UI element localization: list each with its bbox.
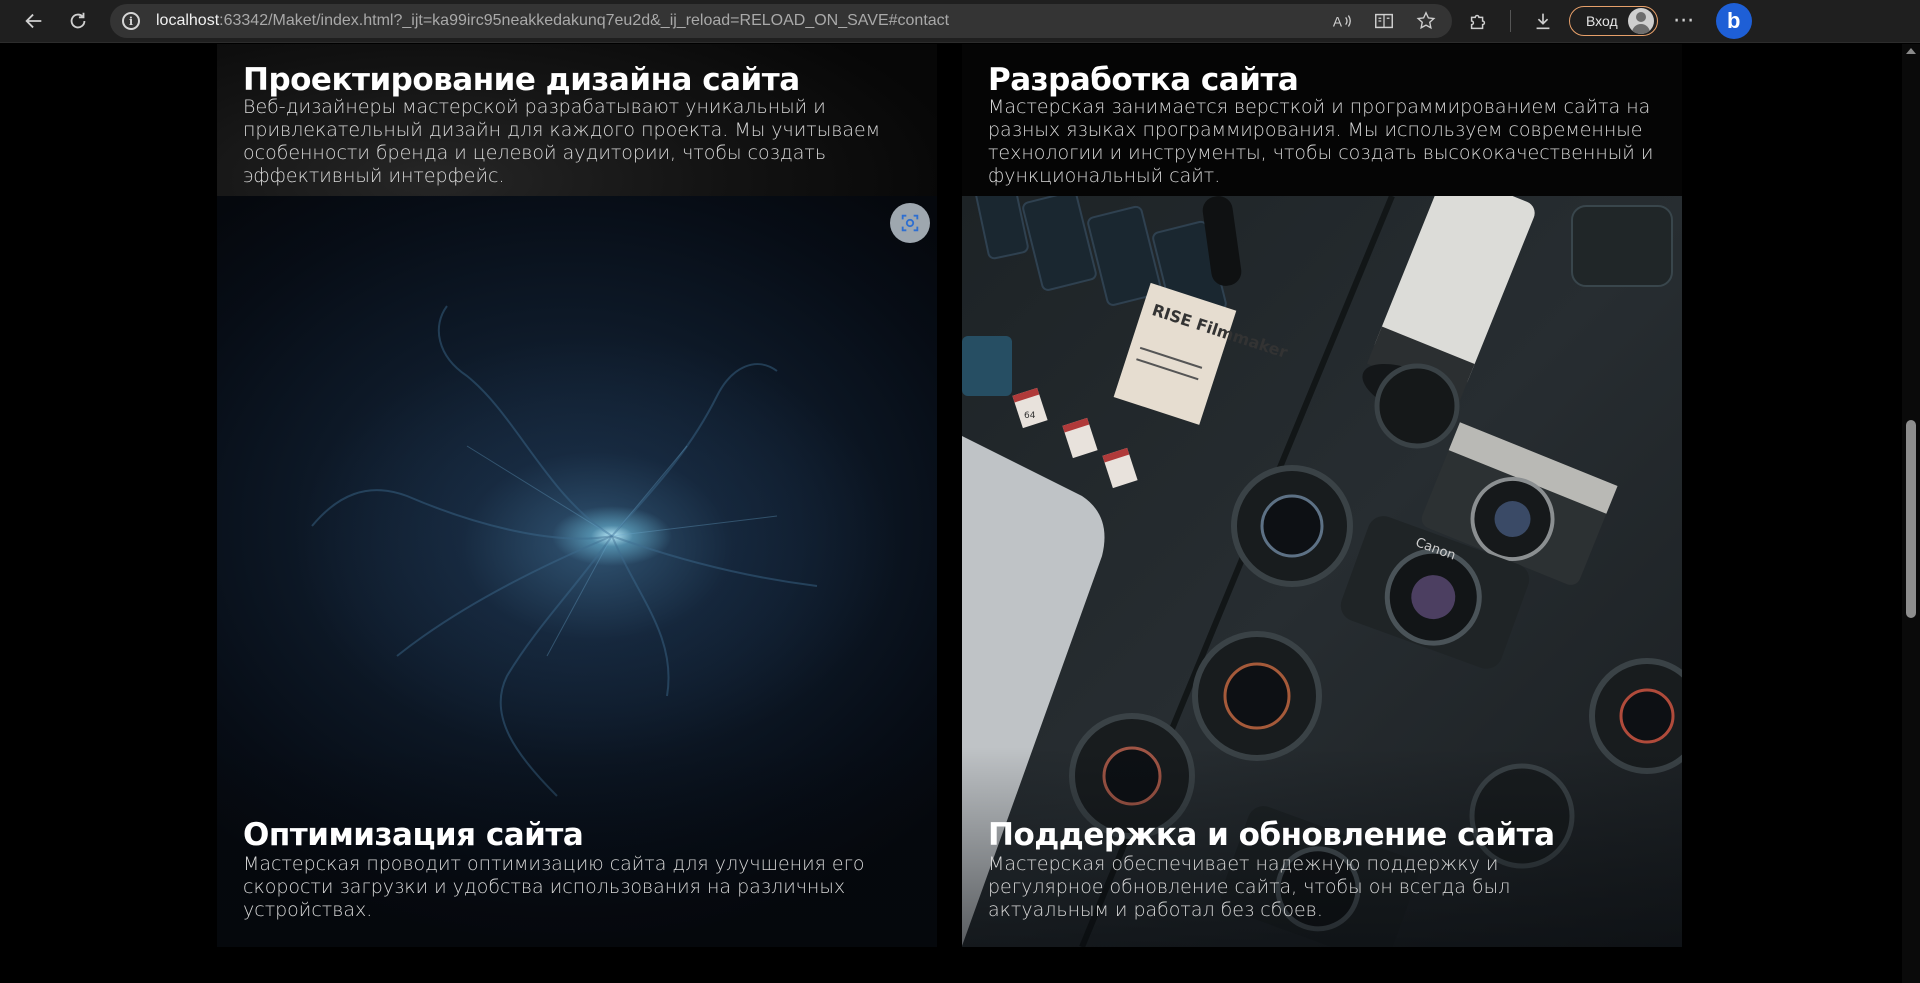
card-title: Поддержка и обновление сайта	[988, 817, 1555, 853]
url-host: localhost	[156, 12, 220, 29]
toolbar-separator	[1510, 10, 1511, 32]
more-menu-icon[interactable]: ···	[1666, 3, 1702, 39]
bing-copilot-icon[interactable]: b	[1715, 3, 1752, 39]
card-description: Мастерская занимается версткой и програм…	[988, 96, 1654, 187]
service-card-design: Проектирование дизайна сайта Веб-дизайне…	[217, 44, 937, 215]
scrollbar-thumb[interactable]	[1906, 420, 1916, 618]
card-description: Мастерская обеспечивает надежную поддерж…	[988, 853, 1511, 921]
url-text[interactable]: localhost:63342/Maket/index.html?_ijt=ka…	[156, 12, 949, 30]
login-label: Вход	[1586, 13, 1618, 29]
service-card-support: RISE Filmmaker Canon 64 Поддержка и обно…	[962, 196, 1682, 947]
site-info-icon[interactable]: i	[122, 12, 140, 30]
read-aloud-icon[interactable]: A	[1328, 7, 1356, 35]
svg-text:A: A	[1333, 15, 1343, 30]
avatar-icon	[1627, 8, 1654, 34]
address-bar[interactable]: i localhost:63342/Maket/index.html?_ijt=…	[110, 4, 1452, 38]
extensions-puzzle-icon[interactable]	[1460, 3, 1496, 39]
card-description: Мастерская проводит оптимизацию сайта дл…	[243, 853, 865, 921]
reload-icon[interactable]	[60, 3, 96, 39]
card-title: Проектирование дизайна сайта	[243, 62, 800, 98]
card-title: Оптимизация сайта	[243, 817, 584, 853]
card-description: Веб-дизайнеры мастерской разрабатывают у…	[243, 96, 881, 187]
toolbar-right: Вход ··· b	[1460, 3, 1752, 39]
back-arrow-icon[interactable]	[16, 3, 52, 39]
page-scrollbar[interactable]	[1902, 44, 1920, 983]
favorite-star-icon[interactable]	[1412, 7, 1440, 35]
scroll-up-arrow-icon[interactable]	[1906, 48, 1916, 54]
address-bar-actions: A	[1328, 7, 1452, 35]
card-title: Разработка сайта	[988, 62, 1299, 98]
url-path: :63342/Maket/index.html?_ijt=ka99irc95ne…	[219, 12, 950, 29]
visual-search-icon[interactable]	[890, 203, 930, 243]
service-card-development: Разработка сайта Мастерская занимается в…	[962, 44, 1682, 215]
service-card-optimization: Оптимизация сайта Мастерская проводит оп…	[217, 196, 937, 947]
reader-view-icon[interactable]	[1370, 7, 1398, 35]
sd-card-label: 64	[1024, 411, 1036, 421]
page-viewport: Проектирование дизайна сайта Веб-дизайне…	[0, 44, 1902, 983]
downloads-icon[interactable]	[1525, 3, 1561, 39]
profile-login-button[interactable]: Вход	[1569, 6, 1658, 36]
browser-toolbar: i localhost:63342/Maket/index.html?_ijt=…	[0, 0, 1920, 43]
